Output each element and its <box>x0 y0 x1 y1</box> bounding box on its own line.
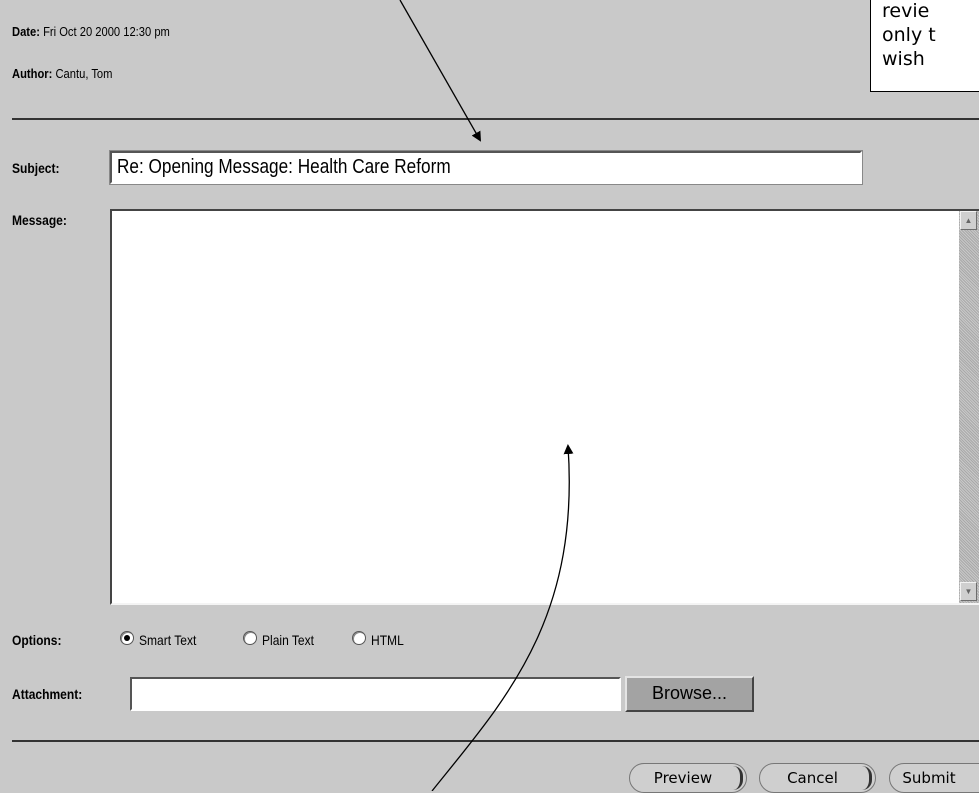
cancel-button[interactable]: Cancel <box>759 763 876 793</box>
pill-cap-icon <box>733 766 743 790</box>
bottom-divider <box>12 740 979 742</box>
callout-line: wish <box>882 48 925 70</box>
scroll-down-icon[interactable]: ▼ <box>960 582 977 601</box>
submit-button-label: Submit <box>902 769 956 787</box>
cancel-button-label: Cancel <box>787 769 838 787</box>
options-label: Options: <box>12 632 62 648</box>
annotation-callout: revie only t wish <box>870 0 979 92</box>
date-label: Date: <box>12 24 40 39</box>
message-scrollbar[interactable]: ▲ ▼ <box>959 211 979 603</box>
message-textarea[interactable]: ▲ ▼ <box>110 209 979 605</box>
option-plain-text-label: Plain Text <box>262 632 314 648</box>
attachment-label: Attachment: <box>12 686 83 702</box>
date-value: Fri Oct 20 2000 12:30 pm <box>43 24 170 39</box>
preview-button-label: Preview <box>653 769 713 787</box>
submit-button[interactable]: Submit <box>889 763 979 793</box>
top-divider <box>12 118 979 120</box>
option-smart-text-label: Smart Text <box>139 632 197 648</box>
radio-plain-text[interactable] <box>243 631 257 645</box>
radio-smart-text[interactable] <box>120 631 134 645</box>
callout-line: only t <box>882 24 936 46</box>
subject-label: Subject: <box>12 160 60 176</box>
browse-button[interactable]: Browse... <box>625 676 754 712</box>
callout-line: revie <box>882 0 930 22</box>
radio-html[interactable] <box>352 631 366 645</box>
subject-input[interactable]: Re: Opening Message: Health Care Reform <box>109 150 863 185</box>
author-value: Cantu, Tom <box>55 66 113 81</box>
option-html-label: HTML <box>371 632 404 648</box>
pill-cap-icon <box>862 766 872 790</box>
preview-button[interactable]: Preview <box>629 763 747 793</box>
message-label: Message: <box>12 212 67 228</box>
subject-value: Re: Opening Message: Health Care Reform <box>117 156 451 178</box>
scroll-up-icon[interactable]: ▲ <box>960 211 977 230</box>
date-line: Date: Fri Oct 20 2000 12:30 pm <box>12 24 170 39</box>
author-label: Author: <box>12 66 53 81</box>
attachment-input[interactable] <box>130 677 621 711</box>
author-line: Author: Cantu, Tom <box>12 66 112 81</box>
